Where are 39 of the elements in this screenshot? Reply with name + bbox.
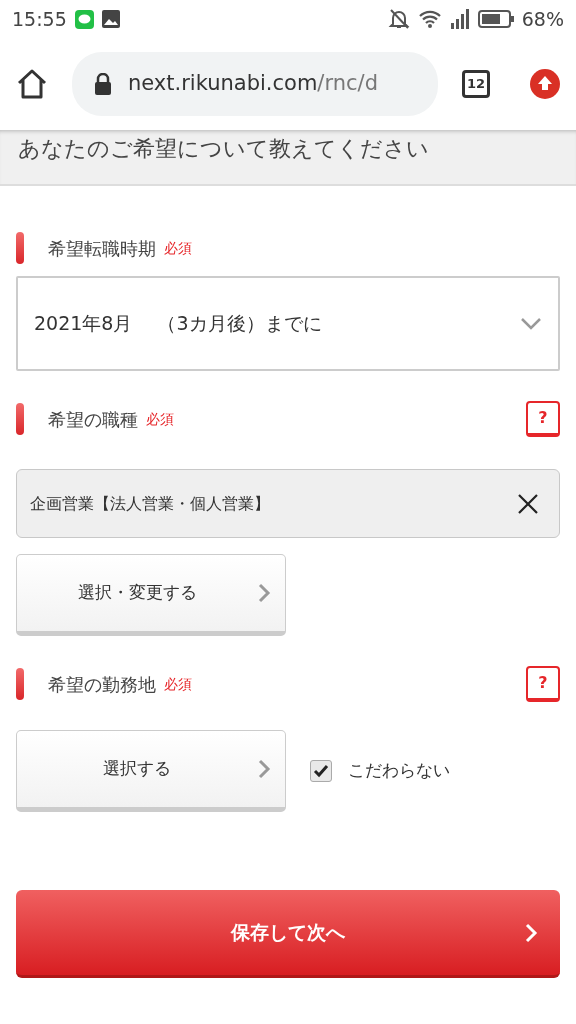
battery-icon	[477, 10, 514, 28]
help-button[interactable]: ?	[526, 666, 560, 702]
url-text: next.rikunabi.com/rnc/d	[128, 70, 378, 98]
lock-icon	[94, 73, 112, 95]
section-marker	[16, 668, 24, 700]
chevron-right-icon	[257, 582, 271, 604]
address-bar[interactable]: next.rikunabi.com/rnc/d	[72, 52, 438, 116]
chip-label: 企画営業【法人営業・個人営業】	[30, 492, 271, 515]
section-marker	[16, 403, 24, 435]
chevron-right-icon	[524, 921, 538, 944]
bell-off-icon	[387, 8, 410, 30]
status-time: 15:55	[12, 6, 67, 32]
wifi-icon	[417, 9, 442, 29]
close-icon[interactable]	[517, 492, 539, 515]
upload-icon[interactable]	[530, 69, 560, 99]
chevron-right-icon	[257, 758, 271, 780]
battery-level: 68%	[521, 6, 564, 32]
signal-icon	[449, 9, 470, 29]
save-next-button[interactable]: 保存して次へ	[16, 890, 560, 978]
required-label: 必須	[146, 409, 174, 429]
dropdown-value: 2021年8月 （3カ月後）までに	[34, 311, 323, 337]
section-marker	[16, 232, 24, 264]
page-heading: あなたのご希望について教えてください	[0, 130, 576, 186]
checkbox[interactable]	[310, 760, 332, 782]
section-label: 希望の勤務地	[48, 672, 156, 697]
dropdown-field[interactable]: 2021年8月 （3カ月後）までに	[16, 276, 560, 371]
section-label: 希望の職種	[48, 407, 138, 432]
chevron-down-icon	[520, 316, 542, 331]
select-button[interactable]: 選択・変更する	[16, 554, 286, 636]
select-button[interactable]: 選択する	[16, 730, 286, 812]
image-icon	[101, 10, 120, 28]
help-button[interactable]: ?	[526, 401, 560, 437]
home-icon[interactable]	[16, 69, 48, 99]
required-label: 必須	[164, 238, 192, 258]
section-label: 希望転職時期	[48, 236, 156, 261]
chat-app-icon	[74, 9, 94, 29]
tab-count-button[interactable]: 12	[462, 70, 490, 98]
required-label: 必須	[164, 674, 192, 694]
checkbox-label: こだわらない	[348, 759, 450, 783]
